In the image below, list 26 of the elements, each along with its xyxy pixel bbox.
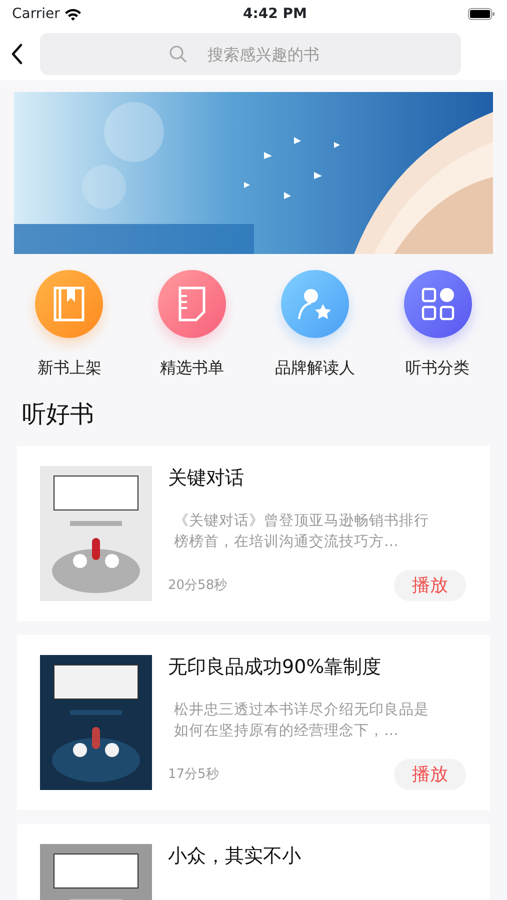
category-label[interactable]: 新书上架 [37,356,102,380]
battery-icon [468,8,495,20]
status-time: 4:42 PM [243,4,307,24]
back-button[interactable] [10,43,24,65]
carrier-name: Carrier [12,4,60,24]
duration-text: 17分5秒 [168,766,219,784]
search-icon [168,45,186,63]
person-star-icon [296,286,333,322]
book-title: 小众，其实不小 [168,844,302,869]
book-title: 关键对话 [168,466,245,491]
book-card[interactable]: 关键对话 《关键对话》曾登顶亚马逊畅销书排行榜榜首，在培训沟通交流技巧方… 20分58秒 播放 [17,446,490,621]
book-description: 松井忠三透过本书详尽介绍无印良品是如何在坚持原有的经营理念下，… [173,700,430,741]
book-card[interactable]: 无印良品成功90%靠制度 松井忠三透过本书详尽介绍无印良品是如何在坚持原有的经营理念下，… 17分5秒 播放 [17,635,490,810]
grid-icon [420,286,456,322]
book-card[interactable]: 小众，其实不小 [17,824,490,900]
book-icon [51,286,88,322]
section-title: 听好书 [22,399,95,430]
category-button[interactable] [35,270,104,338]
search-field[interactable]: 搜索感兴趣的书 [40,33,461,75]
book-description: 《关键对话》曾登顶亚马逊畅销书排行榜榜首，在培训沟通交流技巧方… [173,512,430,552]
duration-text: 20分58秒 [168,576,228,595]
category-label[interactable]: 精选书单 [160,356,224,380]
wifi-icon [64,8,82,20]
category-label[interactable]: 品牌解读人 [274,356,355,380]
category-label[interactable]: 听书分类 [406,356,470,380]
book-title: 无印良品成功90%靠制度 [168,655,382,680]
